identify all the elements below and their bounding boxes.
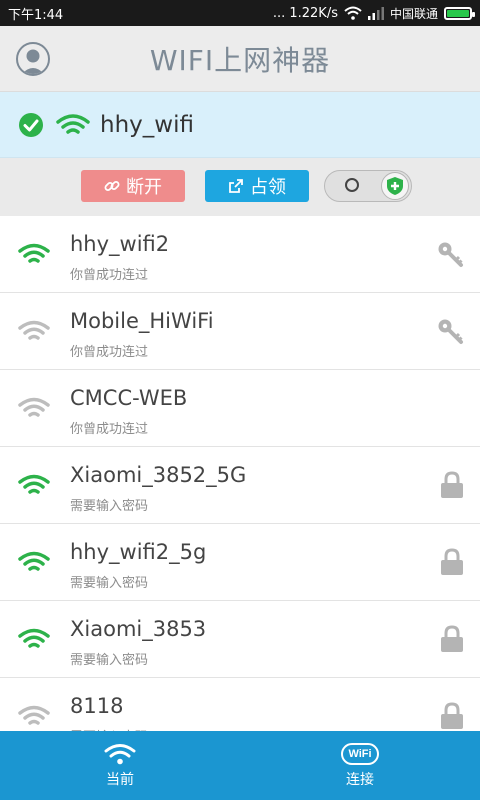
wifi-signal-icon (18, 243, 50, 263)
connected-ssid: hhy_wifi (100, 111, 194, 138)
battery-fill (447, 9, 469, 17)
network-row[interactable]: CMCC-WEB 你曾成功连过 (0, 370, 480, 447)
disconnect-label: 断开 (126, 177, 162, 198)
nav-connect-label: 连接 (346, 771, 374, 788)
connected-network[interactable]: hhy_wifi (0, 92, 480, 158)
wifi-badge-icon: WiFi (341, 742, 379, 765)
person-icon[interactable] (16, 42, 50, 76)
lock-icon[interactable] (440, 548, 464, 576)
network-ssid: Mobile_HiWiFi (70, 309, 214, 333)
status-time: 下午1:44 (8, 7, 64, 23)
check-circle-icon (19, 112, 43, 137)
shield-plus-icon (387, 177, 403, 195)
wifi-signal-icon (18, 628, 50, 648)
key-icon[interactable] (436, 240, 464, 268)
carrier-name: 中国联通 (389, 6, 438, 21)
network-row[interactable]: hhy_wifi2 你曾成功连过 (0, 216, 480, 293)
wifi-signal-icon (18, 705, 50, 725)
occupy-label: 占领 (250, 177, 286, 198)
network-row[interactable]: hhy_wifi2_5g 需要输入密码 (0, 524, 480, 601)
wifi-nav-icon (104, 743, 136, 764)
network-subtitle: 需要输入密码 (70, 576, 149, 591)
nav-current-label: 当前 (106, 771, 134, 788)
network-subtitle: 你曾成功连过 (70, 345, 149, 360)
bottom-nav: 当前 WiFi 连接 (0, 731, 480, 800)
network-subtitle: 你曾成功连过 (70, 268, 149, 283)
link-icon (104, 181, 120, 191)
network-ssid: 8118 (70, 694, 124, 718)
network-list[interactable]: hhy_wifi2 你曾成功连过 Mobile_HiWiFi 你曾成功连过 CMCC-W… (0, 216, 480, 731)
share-icon (229, 179, 243, 193)
app-title: WIFI上网神器 (149, 43, 331, 77)
toggle-off-indicator (345, 178, 359, 192)
network-ssid: Xiaomi_3852_5G (70, 463, 247, 487)
lock-icon[interactable] (440, 702, 464, 730)
cell-signal-icon (367, 6, 384, 20)
status-bar: 下午1:44 ... 1.22K/s 中国联通 (0, 0, 480, 26)
network-ssid: CMCC-WEB (70, 386, 188, 410)
wifi-signal-icon (56, 113, 90, 134)
network-ssid: hhy_wifi2_5g (70, 540, 207, 564)
network-subtitle: 你曾成功连过 (70, 422, 149, 437)
wifi-status-icon (344, 6, 362, 20)
occupy-button[interactable]: 占领 (205, 170, 309, 202)
wifi-signal-icon (18, 397, 50, 417)
protection-toggle[interactable] (324, 170, 412, 202)
lock-icon[interactable] (440, 471, 464, 499)
network-row[interactable]: Xiaomi_3852_5G 需要输入密码 (0, 447, 480, 524)
nav-connect[interactable]: WiFi 连接 (240, 731, 480, 800)
battery-icon (444, 6, 475, 20)
app-header: WIFI上网神器 (0, 26, 480, 92)
network-ssid: Xiaomi_3853 (70, 617, 207, 641)
network-row[interactable]: 8118需要输入密码 (0, 678, 480, 731)
network-row[interactable]: Xiaomi_3853 需要输入密码 (0, 601, 480, 678)
disconnect-button[interactable]: 断开 (81, 170, 185, 202)
network-ssid: hhy_wifi2 (70, 232, 170, 256)
network-row[interactable]: Mobile_HiWiFi 你曾成功连过 (0, 293, 480, 370)
lock-icon[interactable] (440, 625, 464, 653)
network-subtitle: 需要输入密码 (70, 499, 149, 514)
action-bar: 断开 占领 (0, 158, 480, 216)
wifi-signal-icon (18, 474, 50, 494)
wifi-signal-icon (18, 551, 50, 571)
network-speed: ... 1.22K/s (272, 5, 338, 21)
network-subtitle: 需要输入密码 (70, 653, 149, 668)
wifi-signal-icon (18, 320, 50, 340)
nav-current[interactable]: 当前 (0, 731, 240, 800)
key-icon[interactable] (436, 317, 464, 345)
toggle-knob[interactable] (381, 172, 409, 200)
status-right: ... 1.22K/s 中国联通 (272, 5, 475, 22)
